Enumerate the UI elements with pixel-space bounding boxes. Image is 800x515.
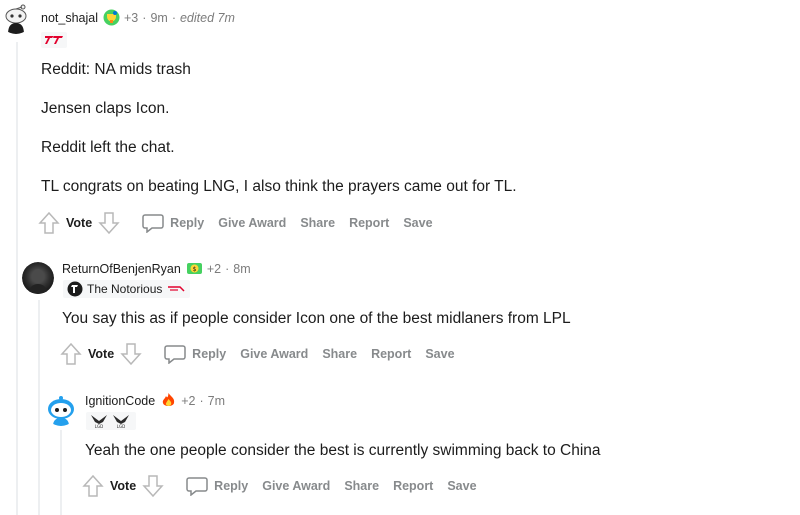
trophy-icon: [103, 9, 120, 26]
thread-line[interactable]: [60, 430, 62, 515]
share-label: Share: [344, 479, 380, 493]
share-button[interactable]: Share: [344, 479, 379, 493]
fire-award-icon: [160, 392, 177, 409]
comment-paragraph: You say this as if people consider Icon …: [62, 310, 571, 327]
user-flair: The Notorious: [63, 280, 191, 298]
comment-bubble-icon: [164, 345, 186, 364]
comment-paragraph: Yeah the one people consider the best is…: [85, 442, 601, 459]
save-button[interactable]: Save: [447, 479, 476, 493]
downvote-arrow-icon[interactable]: [98, 211, 120, 235]
snoo-avatar-icon: [0, 2, 32, 34]
separator-dot: ·: [142, 10, 147, 25]
reply-label: Reply: [192, 347, 227, 361]
report-label: Report: [349, 216, 390, 230]
avatar[interactable]: [22, 262, 54, 294]
comment-bubble-icon: [186, 477, 208, 496]
user-flair: LGD LGD: [86, 412, 136, 430]
score: +2: [206, 261, 222, 276]
reply-button[interactable]: Reply: [142, 213, 204, 233]
avatar[interactable]: [0, 2, 32, 34]
report-label: Report: [393, 479, 434, 493]
comment-actions: Vote Reply Give Award Share Report Save: [82, 473, 491, 499]
reply-button[interactable]: Reply: [164, 344, 226, 364]
timestamp[interactable]: 7m: [208, 394, 225, 408]
save-button[interactable]: Save: [425, 347, 454, 361]
score: +3: [124, 10, 139, 25]
lgd-logo-icon: LGD LGD: [91, 415, 129, 429]
tundra-logo-icon: [67, 281, 83, 297]
avatar[interactable]: [45, 394, 77, 426]
downvote-arrow-icon[interactable]: [142, 474, 164, 498]
report-button[interactable]: Report: [371, 347, 411, 361]
give-award-button[interactable]: Give Award: [240, 347, 308, 361]
share-label: Share: [300, 216, 336, 230]
give-award-button[interactable]: Give Award: [218, 216, 286, 230]
upvote-arrow-icon[interactable]: [82, 474, 104, 498]
save-label: Save: [425, 347, 455, 361]
t1-logo-icon: [168, 286, 185, 292]
comment-paragraph: TL congrats on beating LNG, I also think…: [41, 178, 517, 195]
timestamp[interactable]: 9m: [150, 11, 167, 25]
snoo-avatar-icon: [45, 394, 77, 426]
comment-paragraph: Reddit: NA mids trash: [41, 61, 191, 78]
thread-line[interactable]: [16, 42, 18, 515]
share-button[interactable]: Share: [322, 347, 357, 361]
reply-label: Reply: [214, 479, 249, 493]
save-label: Save: [447, 479, 477, 493]
separator-dot: ·: [171, 10, 176, 25]
flair-text: The Notorious: [87, 282, 163, 296]
give-award-label: Give Award: [240, 347, 309, 361]
upvote-arrow-icon[interactable]: [38, 211, 60, 235]
comment-actions: Vote Reply Give Award Share Report Save: [38, 210, 447, 236]
share-label: Share: [322, 347, 358, 361]
t1-logo-icon: [45, 36, 63, 44]
report-button[interactable]: Report: [349, 216, 389, 230]
username[interactable]: ReturnOfBenjenRyan: [62, 262, 181, 276]
thread-line[interactable]: [38, 300, 40, 515]
comment-bubble-icon: [142, 214, 164, 233]
save-label: Save: [403, 216, 433, 230]
money-face-icon: $: [186, 260, 203, 277]
report-button[interactable]: Report: [393, 479, 433, 493]
vote-count: Vote: [110, 479, 137, 493]
give-award-label: Give Award: [262, 479, 331, 493]
comment-actions: Vote Reply Give Award Share Report Save: [60, 341, 469, 367]
user-photo-avatar-icon: [22, 262, 54, 294]
svg-text:$: $: [192, 266, 196, 273]
svg-text:LGD: LGD: [95, 424, 103, 429]
username[interactable]: not_shajal: [41, 11, 98, 25]
vote-count: Vote: [66, 216, 93, 230]
score: +2: [181, 393, 196, 408]
share-button[interactable]: Share: [300, 216, 335, 230]
separator-dot: ·: [199, 393, 204, 408]
reply-button[interactable]: Reply: [186, 476, 248, 496]
reply-label: Reply: [170, 216, 205, 230]
report-label: Report: [371, 347, 412, 361]
timestamp[interactable]: 8m: [233, 262, 250, 276]
separator-dot: ·: [225, 261, 230, 276]
upvote-arrow-icon[interactable]: [60, 342, 82, 366]
vote-count: Vote: [88, 347, 115, 361]
save-button[interactable]: Save: [403, 216, 432, 230]
edited-label: edited 7m: [179, 10, 235, 25]
give-award-label: Give Award: [218, 216, 287, 230]
username[interactable]: IgnitionCode: [85, 394, 155, 408]
comment-paragraph: Jensen claps Icon.: [41, 100, 170, 117]
downvote-arrow-icon[interactable]: [120, 342, 142, 366]
comment-paragraph: Reddit left the chat.: [41, 139, 175, 156]
give-award-button[interactable]: Give Award: [262, 479, 330, 493]
svg-text:LGD: LGD: [117, 424, 125, 429]
user-flair: [41, 32, 67, 48]
